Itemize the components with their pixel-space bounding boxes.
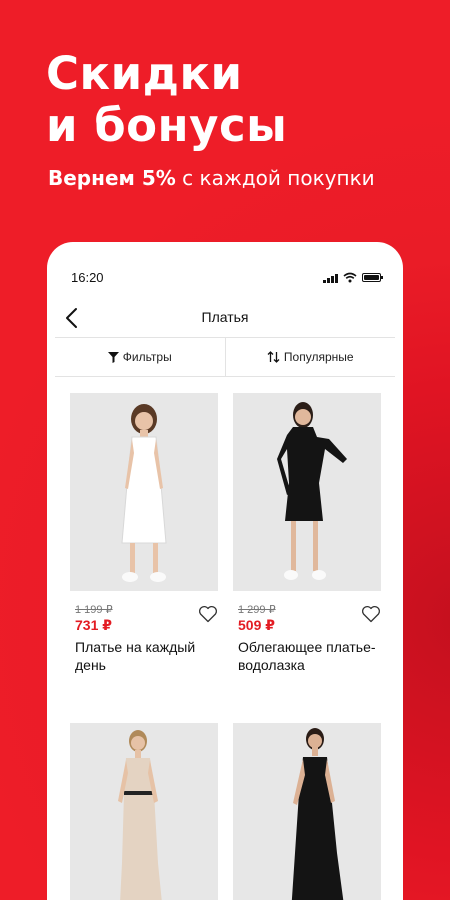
heart-icon xyxy=(198,605,218,623)
product-image xyxy=(233,723,381,900)
product-card[interactable] xyxy=(233,723,381,900)
product-card[interactable]: 1 199 ₽ 731 ₽ Платье на каждый день xyxy=(70,393,218,673)
product-card[interactable]: 1 299 ₽ 509 ₽ Облегающее платье-водолазк… xyxy=(233,393,381,673)
product-name: Платье на каждый день xyxy=(75,639,196,673)
sort-label: Популярные xyxy=(283,350,354,364)
product-photo xyxy=(233,393,381,591)
heart-icon xyxy=(361,605,381,623)
product-image xyxy=(233,393,381,591)
status-icons xyxy=(323,272,383,283)
product-photo xyxy=(70,723,218,900)
product-photo xyxy=(70,393,218,591)
promo-subline-text: с каждой покупки xyxy=(175,166,375,190)
old-price: 1 199 ₽ xyxy=(75,604,113,616)
sale-price: 509 ₽ xyxy=(238,617,275,633)
cellular-signal-icon xyxy=(323,273,338,283)
sort-button[interactable]: Популярные xyxy=(224,338,396,376)
product-photo xyxy=(233,723,381,900)
status-bar: 16:20 xyxy=(47,242,403,302)
filters-label: Фильтры xyxy=(122,350,172,364)
sale-price: 731 ₽ xyxy=(75,617,112,633)
favorite-button[interactable] xyxy=(198,605,218,623)
product-image xyxy=(70,723,218,900)
page-title: Платья xyxy=(201,309,249,325)
old-price: 1 299 ₽ xyxy=(238,604,276,616)
product-name: Облегающее платье-водолазка xyxy=(238,639,376,673)
product-card[interactable] xyxy=(70,723,218,900)
promo-headline-line2: и бонусы xyxy=(46,99,288,152)
phone-screen: 16:20 Платья Фильтры Популярные 1 199 ₽ … xyxy=(47,242,403,900)
nav-bar: Платья xyxy=(47,300,403,336)
promo-headline-line1: Скидки xyxy=(46,47,243,100)
promo-subline: Вернем 5% с каждой покупки xyxy=(48,165,375,191)
filter-sort-bar: Фильтры Популярные xyxy=(55,337,395,377)
filter-icon xyxy=(107,351,119,363)
wifi-icon xyxy=(343,272,357,283)
promo-subline-bold: Вернем 5% xyxy=(48,166,176,190)
filters-button[interactable]: Фильтры xyxy=(55,338,225,376)
status-time: 16:20 xyxy=(71,270,104,285)
battery-icon xyxy=(362,273,383,282)
sort-icon xyxy=(267,351,280,363)
favorite-button[interactable] xyxy=(361,605,381,623)
promo-headline: Скидки и бонусы xyxy=(46,48,287,152)
product-image xyxy=(70,393,218,591)
